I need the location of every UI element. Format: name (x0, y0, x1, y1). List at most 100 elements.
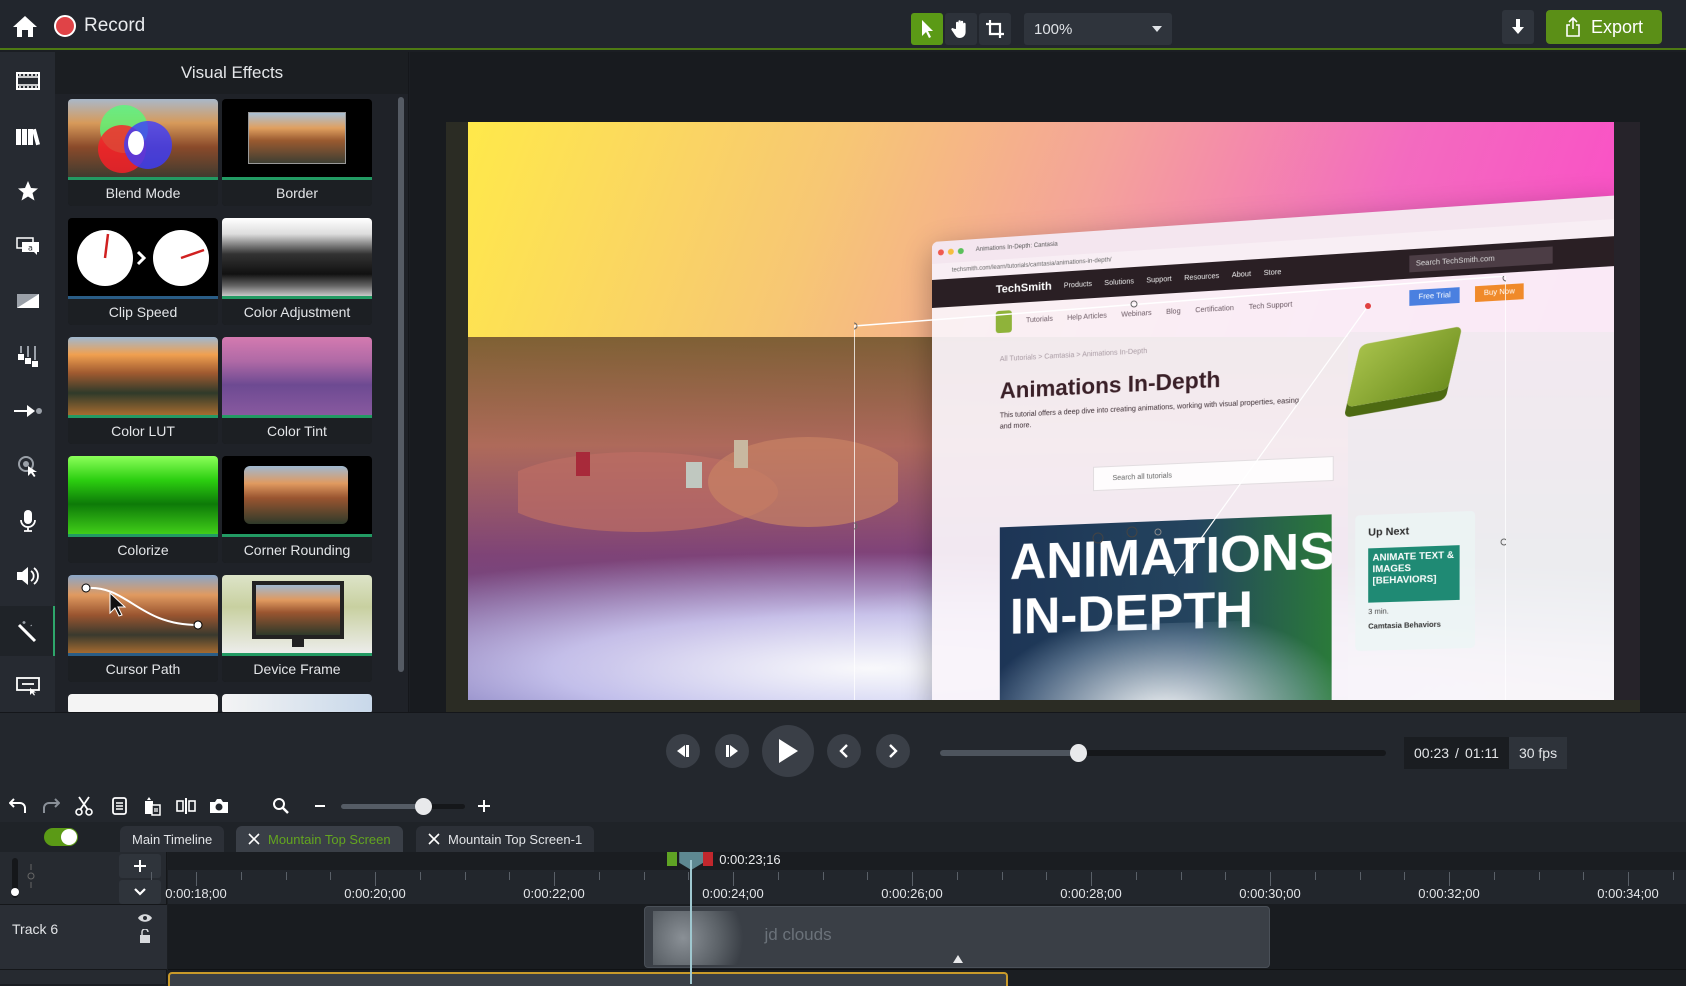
rail-voice-narration[interactable] (0, 496, 55, 546)
effect-label: Device Frame (222, 656, 372, 682)
zoom-out-button[interactable] (304, 790, 336, 822)
ruler-label: 0:00:24;00 (702, 886, 764, 901)
eye-icon[interactable] (137, 913, 153, 923)
ruler-tick (1001, 872, 1003, 880)
paste-button[interactable] (136, 790, 168, 822)
timeline-toggle[interactable] (44, 828, 78, 846)
home-button[interactable] (10, 12, 40, 40)
rail-audio-effects[interactable] (0, 551, 55, 601)
play-button[interactable] (762, 725, 814, 777)
snapshot-button[interactable] (203, 790, 235, 822)
download-button[interactable] (1502, 10, 1534, 44)
effect-tile-colorize[interactable]: Colorize (68, 456, 218, 563)
select-tool-button[interactable] (911, 13, 943, 45)
effect-tile-color-lut[interactable]: Color LUT (68, 337, 218, 444)
ruler-tick (1270, 872, 1271, 886)
ruler-tick (1359, 872, 1361, 880)
effect-label: Corner Rounding (222, 537, 372, 563)
effect-tile-border[interactable]: Border (222, 99, 372, 206)
hero-banner: ANIMATIONS IN-DEPTH (999, 514, 1332, 700)
site-subnav-item: Tutorials (1025, 315, 1053, 324)
tab-mountain-top-screen[interactable]: Mountain Top Screen (236, 826, 403, 852)
step-forward-button[interactable] (715, 734, 749, 768)
close-icon[interactable] (248, 833, 260, 845)
rail-media[interactable] (0, 56, 55, 106)
rail-transitions[interactable] (0, 276, 55, 326)
rail-behaviors[interactable] (0, 331, 55, 381)
panel-scrollbar[interactable] (398, 97, 404, 672)
zoom-in-button[interactable] (468, 790, 500, 822)
scrubber-thumb[interactable] (1070, 744, 1088, 762)
lock-open-icon[interactable] (139, 929, 151, 943)
effect-thumbnail (222, 456, 372, 536)
timeline-clip[interactable]: jd clouds (643, 906, 1270, 968)
redo-button[interactable] (35, 790, 67, 822)
copy-button[interactable] (103, 790, 135, 822)
step-back-button[interactable] (666, 734, 700, 768)
rail-favorites[interactable] (0, 166, 55, 216)
effect-tile-partial[interactable] (222, 694, 372, 712)
redo-icon (43, 798, 60, 813)
pan-tool-button[interactable] (945, 13, 977, 45)
close-icon[interactable] (428, 833, 440, 845)
record-button[interactable]: Record (54, 12, 145, 40)
add-track-button[interactable] (119, 854, 161, 878)
ruler-label: 0:00:22;00 (523, 886, 585, 901)
effect-tile-partial[interactable] (68, 694, 218, 712)
video-preview[interactable]: Animations In-Depth: Cantasia techsmith.… (468, 122, 1614, 700)
ruler-tick (598, 872, 600, 880)
undo-button[interactable] (2, 790, 34, 822)
timeline-zoom-button[interactable] (265, 790, 297, 822)
ruler-label: 0:00:34;00 (1597, 886, 1659, 901)
ruler-tick (1449, 872, 1450, 886)
ruler-tick (240, 872, 242, 880)
effect-tile-device-frame[interactable]: Device Frame (222, 575, 372, 682)
tab-mountain-top-screen-1[interactable]: Mountain Top Screen-1 (416, 826, 595, 852)
ruler-tick (1672, 872, 1674, 880)
step-forward-icon (726, 745, 738, 757)
crop-tool-button[interactable] (979, 13, 1011, 45)
track-header[interactable]: Track 6 (0, 904, 167, 970)
collapse-tracks-button[interactable] (119, 880, 161, 904)
effect-tile-color-adjustment[interactable]: Color Adjustment (222, 218, 372, 325)
canvas-zoom-dropdown[interactable]: 100% (1024, 13, 1172, 45)
animation-arrow-icon (13, 405, 42, 417)
browser-mockup[interactable]: Animations In-Depth: Cantasia techsmith.… (932, 194, 1614, 700)
tab-main-timeline[interactable]: Main Timeline (120, 826, 225, 852)
ruler-tick (956, 872, 958, 880)
dropdown-caret-icon (1152, 26, 1162, 32)
rail-interactivity[interactable] (0, 661, 55, 711)
effect-tile-corner-rounding[interactable]: Corner Rounding (222, 456, 372, 563)
rail-animations[interactable] (0, 386, 55, 436)
clip-expand-caret-icon[interactable] (952, 955, 963, 963)
library-icon (15, 128, 40, 146)
effect-thumbnail (222, 218, 372, 298)
star-icon (17, 181, 38, 201)
site-search: Search TechSmith.com (1409, 246, 1553, 273)
site-subnav-item: Tech Support (1248, 300, 1293, 311)
rail-library[interactable] (0, 111, 55, 161)
site-heading: Animations In-Depth (999, 366, 1221, 404)
effect-tile-blend-mode[interactable]: Blend Mode (68, 99, 218, 206)
ruler-tick (1628, 872, 1629, 886)
cut-button[interactable] (68, 790, 100, 822)
timeline-ruler[interactable]: 0:00:18;00 0:00:20;00 0:00:22;00 0:00:24;00… (151, 852, 1686, 904)
site-nav-item: About (1231, 270, 1252, 279)
track-height-slider[interactable] (11, 858, 19, 898)
previous-marker-button[interactable] (827, 734, 861, 768)
rail-visual-effects[interactable] (0, 606, 55, 656)
effect-tile-cursor-path[interactable]: Cursor Path (68, 575, 218, 682)
plus-icon (478, 800, 490, 812)
camera-icon (210, 799, 228, 813)
playback-scrubber[interactable] (940, 744, 1386, 762)
track-name: Track 6 (12, 921, 59, 937)
rail-annotations[interactable]: a (0, 221, 55, 271)
rail-cursor-effects[interactable] (0, 441, 55, 491)
effect-tile-color-tint[interactable]: Color Tint (222, 337, 372, 444)
timeline-zoom-slider[interactable] (341, 798, 465, 815)
split-button[interactable] (170, 790, 202, 822)
next-marker-button[interactable] (876, 734, 910, 768)
export-button[interactable]: Export (1546, 10, 1662, 44)
zoom-slider-thumb[interactable] (414, 798, 432, 815)
effect-tile-clip-speed[interactable]: Clip Speed (68, 218, 218, 325)
